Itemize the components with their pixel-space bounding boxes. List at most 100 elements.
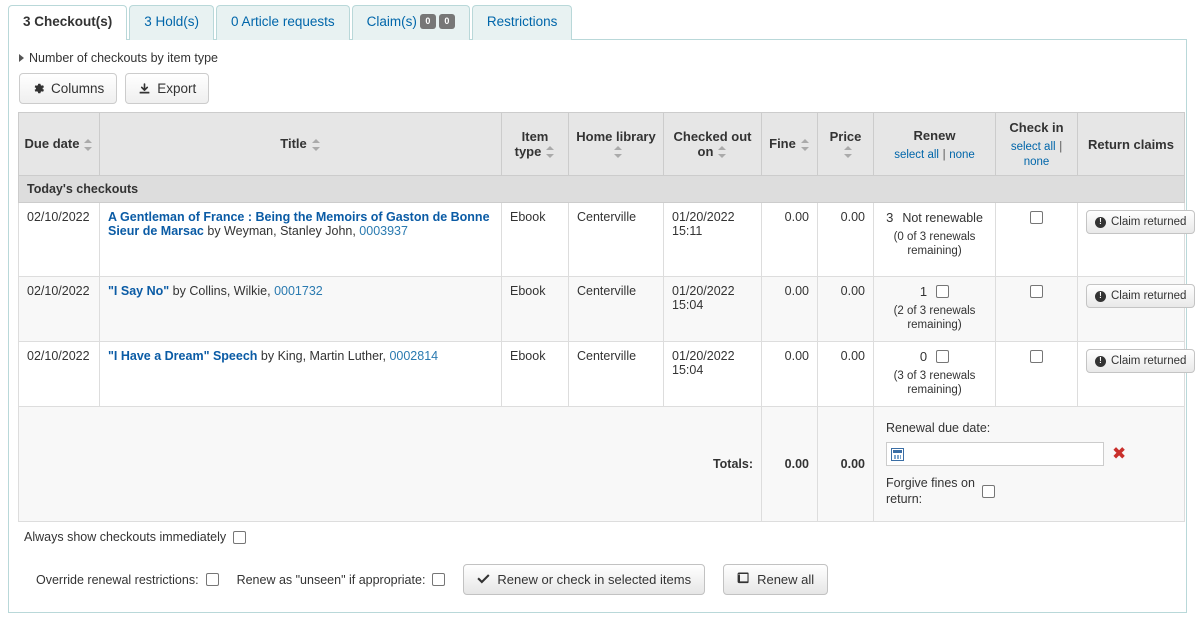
- forgive-fines-label: Forgive fines on return:: [886, 476, 975, 506]
- sort-icon: [84, 138, 93, 152]
- tab-claims[interactable]: Claim(s) 0 0: [351, 5, 470, 40]
- renew-count: 3: [886, 210, 894, 225]
- author-text: by Weyman, Stanley John,: [203, 224, 360, 238]
- title-link[interactable]: "I Have a Dream" Speech: [108, 349, 257, 363]
- columns-button-label: Columns: [51, 81, 105, 96]
- checkin-checkbox[interactable]: [1030, 211, 1043, 225]
- col-title[interactable]: Title: [99, 112, 502, 176]
- renew-select-none-link[interactable]: none: [949, 149, 975, 161]
- cell-price: 0.00: [817, 341, 874, 407]
- renew-remaining: (2 of 3 renewals remaining): [893, 305, 976, 331]
- forgive-fines-checkbox[interactable]: [982, 484, 995, 498]
- tab-restrictions[interactable]: Restrictions: [471, 5, 573, 40]
- renew-unseen-checkbox[interactable]: [432, 573, 446, 586]
- sort-icon: [718, 145, 727, 159]
- cell-checked-out-on: 01/20/2022 15:04: [663, 276, 762, 342]
- checkouts-table-wrap: Due date Title Item type Home library Ch…: [9, 112, 1195, 522]
- renew-checkbox[interactable]: [936, 285, 950, 298]
- renew-all-button[interactable]: Renew all: [723, 564, 829, 595]
- cell-return-claims: ! Claim returned: [1077, 341, 1195, 407]
- always-show-row: Always show checkouts immediately: [18, 522, 1177, 544]
- forgive-fines-row: Forgive fines on return:: [886, 475, 1172, 507]
- cell-title: "I Have a Dream" Speech by King, Martin …: [99, 341, 502, 407]
- table-row: 02/10/2022 "I Have a Dream" Speech by Ki…: [18, 341, 1195, 407]
- cell-return-claims: ! Claim returned: [1077, 276, 1195, 342]
- claim-returned-button[interactable]: ! Claim returned: [1086, 284, 1195, 308]
- cell-price: 0.00: [817, 276, 874, 342]
- col-fine[interactable]: Fine: [761, 112, 818, 176]
- cell-title: "I Say No" by Collins, Wilkie, 0001732: [99, 276, 502, 342]
- cell-home-library: Centerville: [568, 276, 664, 342]
- tab-holds[interactable]: 3 Hold(s): [129, 5, 215, 40]
- checkin-checkbox[interactable]: [1030, 285, 1043, 299]
- renew-select-all-link[interactable]: select all: [894, 149, 939, 161]
- barcode-link[interactable]: 0003937: [359, 224, 408, 238]
- tab-restrictions-label: Restrictions: [486, 14, 558, 29]
- renew-or-checkin-selected-label: Renew or check in selected items: [497, 572, 692, 587]
- renew-count: 0: [919, 349, 928, 364]
- cell-price: 0.00: [817, 202, 874, 277]
- book-icon: [737, 572, 750, 587]
- claim-returned-button[interactable]: ! Claim returned: [1086, 210, 1195, 234]
- title-link[interactable]: "I Say No": [108, 284, 169, 298]
- tab-checkouts[interactable]: 3 Checkout(s): [8, 5, 128, 40]
- checked-out-time: 15:04: [672, 298, 704, 312]
- sort-icon: [546, 145, 555, 159]
- claim-returned-button[interactable]: ! Claim returned: [1086, 349, 1195, 373]
- col-return-claims-label: Return claims: [1088, 136, 1174, 152]
- sort-icon: [614, 145, 623, 159]
- table-header-row: Due date Title Item type Home library Ch…: [18, 112, 1185, 176]
- always-show-checkbox[interactable]: [233, 530, 247, 544]
- col-item-type-label: Item type: [514, 128, 549, 159]
- override-renewal-restrictions: Override renewal restrictions:: [36, 573, 219, 587]
- checkin-checkbox[interactable]: [1030, 350, 1043, 364]
- cell-renew: 3 Not renewable (0 of 3 renewals remaini…: [873, 202, 996, 277]
- checkouts-panel: Number of checkouts by item type Columns…: [8, 39, 1195, 613]
- author-text: by Collins, Wilkie,: [169, 284, 275, 298]
- columns-button[interactable]: Columns: [19, 73, 118, 104]
- toolbar: Number of checkouts by item type Columns…: [9, 40, 1186, 112]
- col-item-type[interactable]: Item type: [501, 112, 569, 176]
- tab-article-requests-label: 0 Article requests: [231, 14, 335, 29]
- checked-out-date: 01/20/2022: [672, 284, 735, 298]
- renew-or-checkin-selected-button[interactable]: Renew or check in selected items: [463, 564, 706, 595]
- renew-unseen: Renew as "unseen" if appropriate:: [237, 573, 446, 587]
- chevron-right-icon: [19, 54, 24, 62]
- renew-checkbox[interactable]: [936, 350, 950, 363]
- col-price[interactable]: Price: [817, 112, 874, 176]
- cell-item-type: Ebook: [501, 202, 569, 277]
- sort-icon: [800, 138, 810, 152]
- author-text: by King, Martin Luther,: [257, 349, 390, 363]
- renewal-due-date-row: ✖: [886, 442, 1172, 466]
- cell-renew: 1 (2 of 3 renewals remaining): [873, 276, 996, 342]
- checkin-select-none-link[interactable]: none: [1024, 156, 1050, 168]
- checkouts-table: Due date Title Item type Home library Ch…: [18, 112, 1195, 522]
- col-fine-label: Fine: [769, 136, 796, 152]
- col-home-library[interactable]: Home library: [568, 112, 664, 176]
- clear-date-icon[interactable]: ✖: [1112, 445, 1126, 463]
- override-renewal-checkbox[interactable]: [205, 573, 219, 586]
- renew-unseen-label: Renew as "unseen" if appropriate:: [236, 572, 426, 587]
- renewal-due-date-input[interactable]: [886, 442, 1104, 466]
- info-icon: !: [1095, 216, 1106, 228]
- renew-count: 1: [919, 284, 928, 299]
- checkin-select-all-link[interactable]: select all: [1011, 141, 1056, 153]
- col-due-date[interactable]: Due date: [18, 112, 100, 176]
- calendar-icon[interactable]: [891, 447, 904, 461]
- group-header-label: Today's checkouts: [18, 175, 1185, 203]
- barcode-link[interactable]: 0001732: [274, 284, 323, 298]
- tab-bar: 3 Checkout(s) 3 Hold(s) 0 Article reques…: [0, 0, 1195, 40]
- totals-price: 0.00: [817, 406, 874, 522]
- export-button[interactable]: Export: [125, 73, 210, 104]
- checkouts-by-item-type-disclosure[interactable]: Number of checkouts by item type: [19, 49, 218, 71]
- totals-label: Totals:: [18, 406, 762, 522]
- col-checked-out-on[interactable]: Checked out on: [663, 112, 762, 176]
- col-renew: Renew select all | none: [873, 112, 996, 176]
- cell-checked-out-on: 01/20/2022 15:04: [663, 341, 762, 407]
- col-check-in-label: Check in: [1009, 120, 1064, 135]
- tab-holds-label: 3 Hold(s): [144, 14, 200, 29]
- tab-article-requests[interactable]: 0 Article requests: [216, 5, 350, 40]
- barcode-link[interactable]: 0002814: [389, 349, 438, 363]
- checked-out-time: 15:11: [672, 224, 703, 238]
- claim-returned-label: Claim returned: [1111, 216, 1187, 228]
